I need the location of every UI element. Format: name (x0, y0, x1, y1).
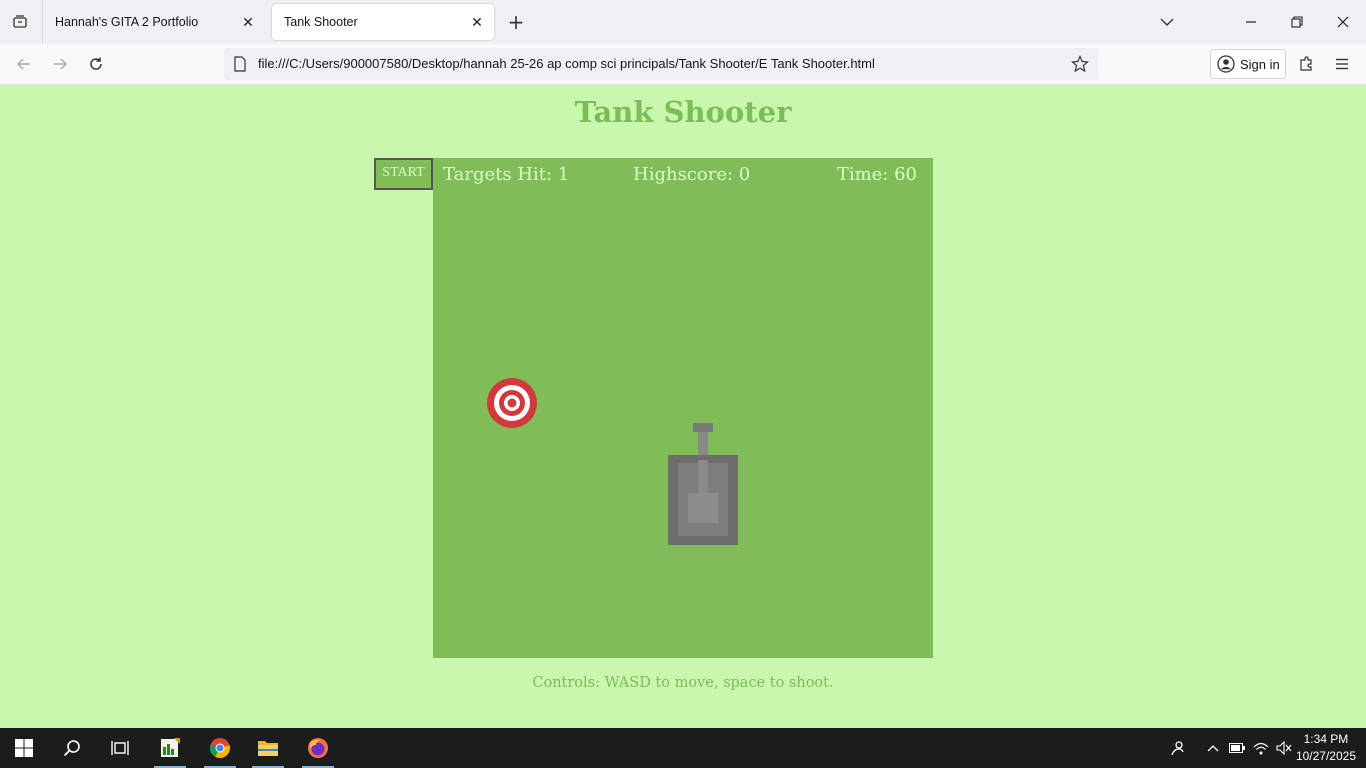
search-icon[interactable] (52, 728, 92, 768)
clock-time: 1:34 PM (1303, 732, 1349, 746)
restore-icon[interactable] (1282, 8, 1312, 36)
wifi-icon[interactable] (1251, 738, 1271, 758)
tank-icon (668, 423, 738, 545)
reload-icon[interactable] (82, 50, 110, 78)
browser-tab-bar: Hannah's GITA 2 Portfolio ✕ Tank Shooter… (0, 0, 1366, 44)
tab-tank-shooter[interactable]: Tank Shooter ✕ (272, 4, 494, 40)
tab-title: Tank Shooter (284, 15, 358, 29)
new-tab-icon[interactable]: + (503, 8, 529, 36)
close-icon[interactable]: ✕ (239, 13, 257, 31)
close-icon[interactable]: ✕ (468, 13, 486, 31)
copilot-icon[interactable] (1168, 738, 1188, 758)
window-close-icon[interactable] (1328, 8, 1358, 36)
menu-icon[interactable] (1328, 50, 1356, 78)
battery-icon[interactable] (1227, 738, 1247, 758)
chevron-down-icon[interactable] (1155, 10, 1179, 34)
tab-title: Hannah's GITA 2 Portfolio (55, 15, 199, 29)
forward-arrow-icon[interactable] (46, 50, 74, 78)
windows-start-icon[interactable] (4, 728, 44, 768)
game-canvas[interactable]: Targets Hit: 1 Highscore: 0 Time: 60 (433, 158, 933, 658)
back-arrow-icon[interactable] (10, 50, 38, 78)
url-text: file:///C:/Users/900007580/Desktop/hanna… (258, 56, 875, 71)
extensions-icon[interactable] (1292, 50, 1320, 78)
windows-taskbar: 1:34 PM 10/27/2025 (0, 728, 1366, 768)
target-icon (487, 378, 537, 428)
chevron-up-icon[interactable] (1203, 738, 1223, 758)
volume-muted-icon[interactable] (1274, 738, 1294, 758)
sign-in-button[interactable]: Sign in (1210, 49, 1286, 79)
bookmark-star-icon[interactable] (1070, 54, 1090, 74)
file-explorer-icon[interactable] (248, 728, 288, 768)
page-title: Tank Shooter (574, 95, 792, 129)
highscore-display: Highscore: 0 (633, 164, 751, 185)
spreadsheet-app-icon[interactable] (150, 728, 190, 768)
clock-date: 10/27/2025 (1295, 749, 1356, 763)
sign-in-label: Sign in (1240, 56, 1280, 72)
tab-portfolio[interactable]: Hannah's GITA 2 Portfolio ✕ (43, 4, 265, 40)
minimize-icon[interactable] (1236, 8, 1266, 36)
tab-list-icon[interactable] (6, 8, 34, 36)
chrome-icon[interactable] (200, 728, 240, 768)
page-icon (234, 56, 246, 76)
task-view-icon[interactable] (100, 728, 140, 768)
browser-nav-bar: file:///C:/Users/900007580/Desktop/hanna… (0, 44, 1366, 85)
timer-display: Time: 60 (836, 164, 917, 185)
account-icon (1217, 55, 1235, 73)
page-content: Tank Shooter START Targets Hit: 1 Highsc… (0, 85, 1366, 728)
targets-hit-counter: Targets Hit: 1 (443, 164, 570, 185)
system-clock[interactable]: 1:34 PM 10/27/2025 (1296, 731, 1356, 765)
address-bar[interactable]: file:///C:/Users/900007580/Desktop/hanna… (224, 48, 1098, 80)
firefox-icon[interactable] (298, 728, 338, 768)
controls-instructions: Controls: WASD to move, space to shoot. (532, 675, 834, 691)
start-button[interactable]: START (374, 158, 433, 190)
